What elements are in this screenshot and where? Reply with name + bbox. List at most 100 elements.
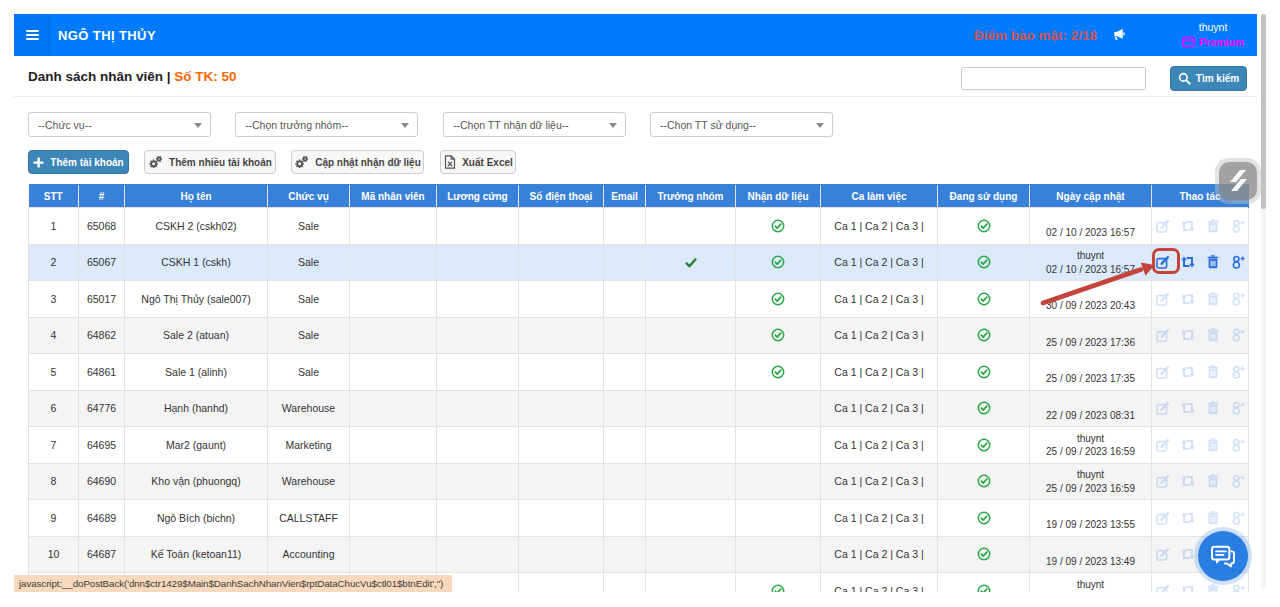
chat-widget-button[interactable] — [1198, 531, 1248, 581]
table-row[interactable]: 10 64687 Kế Toán (ketoan11) Accounting C… — [29, 536, 1249, 573]
google-plus-icon[interactable] — [1230, 218, 1246, 234]
google-plus-icon[interactable] — [1230, 327, 1246, 343]
cell-actions — [1152, 427, 1249, 464]
transfer-icon[interactable] — [1180, 473, 1196, 489]
google-plus-icon[interactable] — [1230, 291, 1246, 307]
cell-active — [938, 536, 1030, 573]
transfer-icon[interactable] — [1180, 254, 1196, 270]
cell-actions — [1152, 354, 1249, 391]
cell-email — [604, 208, 646, 245]
cell-updated: 25 / 09 / 2023 17:35 — [1030, 354, 1152, 391]
google-plus-icon[interactable] — [1230, 583, 1246, 592]
updated-at — [1030, 591, 1151, 592]
delete-icon[interactable] — [1205, 510, 1221, 526]
delete-icon[interactable] — [1205, 327, 1221, 343]
cell-stt: 2 — [29, 244, 79, 281]
sidebar-toggle-button[interactable] — [14, 14, 50, 56]
cell-salary — [437, 463, 519, 500]
screen-capture-tool-button[interactable] — [1219, 162, 1257, 200]
cell-role: Sale — [268, 281, 350, 318]
table-row[interactable]: 1 65068 CSKH 2 (cskh02) Sale Ca 1 | Ca 2… — [29, 208, 1249, 245]
google-plus-icon[interactable] — [1230, 510, 1246, 526]
updated-by — [1030, 286, 1151, 300]
plus-icon — [33, 157, 44, 168]
transfer-icon[interactable] — [1180, 400, 1196, 416]
table-row[interactable]: 3 65017 Ngô Thị Thủy (sale007) Sale Ca 1… — [29, 281, 1249, 318]
cell-name: Hạnh (hanhd) — [125, 390, 268, 427]
google-plus-icon[interactable] — [1230, 254, 1246, 270]
cell-receive-data — [736, 208, 821, 245]
google-plus-icon[interactable] — [1230, 437, 1246, 453]
export-excel-button[interactable]: Xuất Excel — [440, 150, 516, 174]
filter-chuc-vu[interactable]: --Chức vụ-- — [28, 112, 211, 137]
gears-icon — [294, 155, 309, 170]
scrollbar-thumb[interactable] — [1261, 14, 1266, 209]
cell-active — [938, 500, 1030, 537]
edit-icon[interactable] — [1155, 546, 1171, 562]
cell-phone — [519, 573, 604, 593]
transfer-icon[interactable] — [1180, 510, 1196, 526]
search-input[interactable] — [961, 67, 1146, 90]
delete-icon[interactable] — [1205, 400, 1221, 416]
cell-id: 65017 — [79, 281, 125, 318]
cell-leader — [646, 244, 736, 281]
table-row[interactable]: 2 65067 CSKH 1 (cskh) Sale Ca 1 | Ca 2 |… — [29, 244, 1249, 281]
edit-icon[interactable] — [1155, 583, 1171, 592]
updated-at: 19 / 09 / 2023 13:49 — [1030, 555, 1151, 569]
cell-salary — [437, 317, 519, 354]
add-many-accounts-button[interactable]: Thêm nhiều tài khoản — [144, 150, 276, 174]
table-row[interactable]: 9 64689 Ngô Bích (bichn) CALLSTAFF Ca 1 … — [29, 500, 1249, 537]
table-row[interactable]: 6 64776 Hạnh (hanhd) Warehouse Ca 1 | Ca… — [29, 390, 1249, 427]
update-data-receive-button[interactable]: Cập nhật nhận dữ liệu — [291, 150, 424, 174]
megaphone-icon[interactable] — [1109, 27, 1125, 43]
delete-icon[interactable] — [1205, 218, 1221, 234]
premium-card-icon — [1182, 37, 1195, 47]
user-menu[interactable]: thuynt Premium — [1182, 20, 1244, 49]
table-row[interactable]: 8 64690 Kho vận (phuongq) Warehouse Ca 1… — [29, 463, 1249, 500]
cell-name: Sale 1 (alinh) — [125, 354, 268, 391]
cell-phone — [519, 244, 604, 281]
cell-role: Accounting — [268, 536, 350, 573]
edit-icon[interactable] — [1155, 218, 1171, 234]
transfer-icon[interactable] — [1180, 327, 1196, 343]
edit-icon[interactable] — [1155, 364, 1171, 380]
cell-email — [604, 281, 646, 318]
delete-icon[interactable] — [1205, 254, 1221, 270]
delete-icon[interactable] — [1205, 583, 1221, 592]
transfer-icon[interactable] — [1180, 437, 1196, 453]
cell-phone — [519, 208, 604, 245]
table-row[interactable]: 5 64861 Sale 1 (alinh) Sale Ca 1 | Ca 2 … — [29, 354, 1249, 391]
edit-icon[interactable] — [1155, 437, 1171, 453]
delete-icon[interactable] — [1205, 473, 1221, 489]
transfer-icon[interactable] — [1180, 291, 1196, 307]
chat-icon — [1208, 541, 1238, 571]
filter-tt-su-dung[interactable]: --Chọn TT sử dụng-- — [650, 112, 833, 137]
cell-name: Kế Toán (ketoan11) — [125, 536, 268, 573]
delete-icon[interactable] — [1205, 364, 1221, 380]
edit-icon[interactable] — [1155, 510, 1171, 526]
transfer-icon[interactable] — [1180, 546, 1196, 562]
table-row[interactable]: 7 64695 Mar2 (gaunt) Marketing Ca 1 | Ca… — [29, 427, 1249, 464]
table-row[interactable]: 4 64862 Sale 2 (atuan) Sale Ca 1 | Ca 2 … — [29, 317, 1249, 354]
cell-stt: 8 — [29, 463, 79, 500]
transfer-icon[interactable] — [1180, 364, 1196, 380]
filter-truong-nhom[interactable]: --Chọn trưởng nhóm-- — [235, 112, 418, 137]
add-account-button[interactable]: Thêm tài khoản — [28, 150, 129, 174]
edit-icon[interactable] — [1155, 400, 1171, 416]
transfer-icon[interactable] — [1180, 583, 1196, 592]
search-button[interactable]: Tìm kiếm — [1170, 66, 1247, 91]
google-plus-icon[interactable] — [1230, 473, 1246, 489]
column-header-5: Lương cứng — [437, 185, 519, 208]
filter-tt-nhan-du-lieu[interactable]: --Chọn TT nhận dữ liệu-- — [443, 112, 626, 137]
google-plus-icon[interactable] — [1230, 400, 1246, 416]
transfer-icon[interactable] — [1180, 218, 1196, 234]
edit-icon[interactable] — [1155, 473, 1171, 489]
edit-icon[interactable] — [1155, 327, 1171, 343]
cell-id: 65067 — [79, 244, 125, 281]
google-plus-icon[interactable] — [1230, 364, 1246, 380]
cell-shift: Ca 1 | Ca 2 | Ca 3 | — [821, 427, 938, 464]
delete-icon[interactable] — [1205, 437, 1221, 453]
edit-icon[interactable] — [1155, 291, 1171, 307]
delete-icon[interactable] — [1205, 291, 1221, 307]
row-actions — [1152, 218, 1248, 234]
